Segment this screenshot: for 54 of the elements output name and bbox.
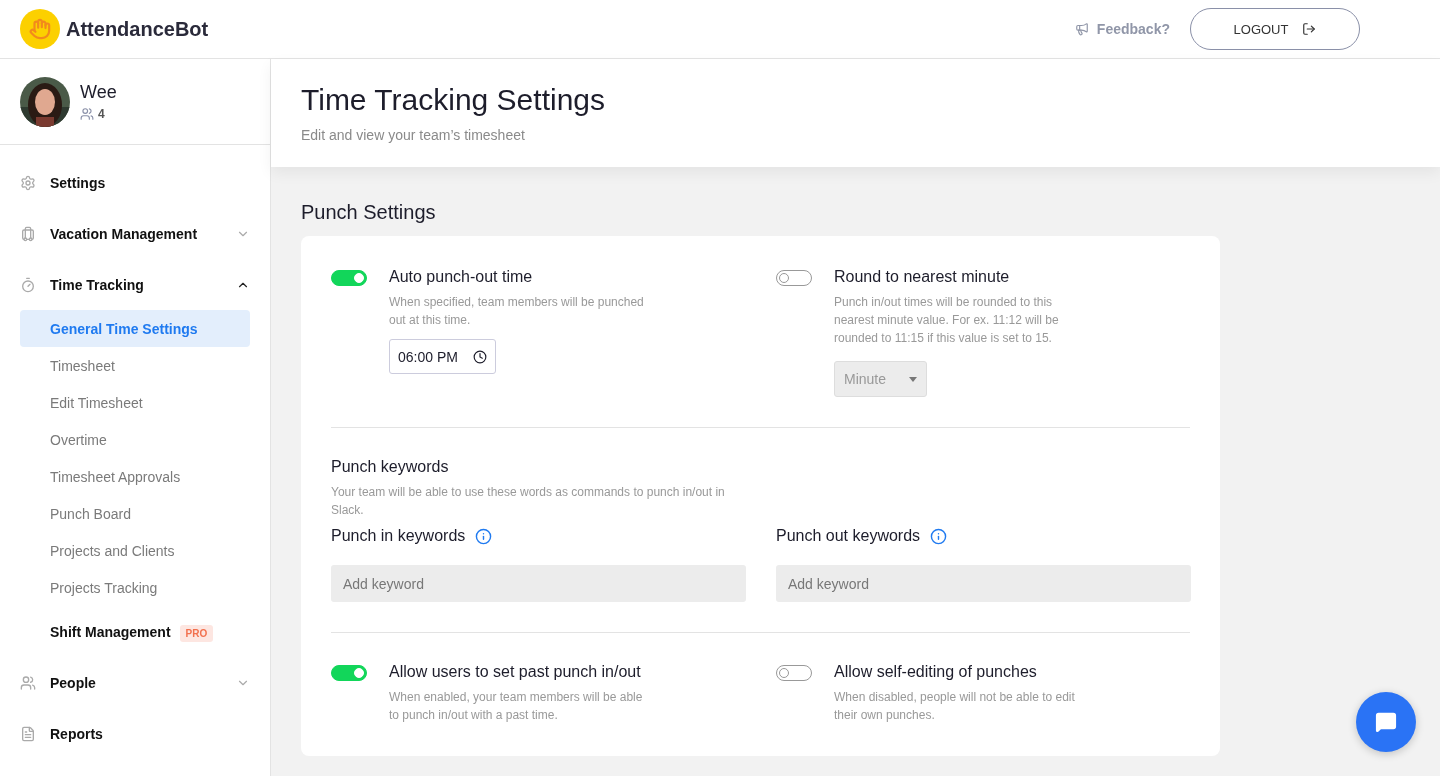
nav-item[interactable]: Vacation Management [20,208,250,259]
setting-label: Allow self-editing of punches [834,663,1038,681]
user-name: Wee [80,82,117,103]
keywords-title: Punch keywords [331,458,450,476]
feedback-link[interactable]: Feedback? [1074,21,1170,37]
nav-item[interactable]: Reports [20,708,250,759]
field-label: Punch out keywords [776,527,921,545]
nav-item[interactable]: Settings [20,157,250,208]
setting-label: Auto punch-out time [389,268,534,286]
logout-button[interactable]: LOGOUT [1190,8,1360,50]
toggle-switch[interactable] [776,665,812,681]
page-title: Time Tracking Settings [301,83,606,117]
keyword-field[interactable]: Add keyword [331,565,746,602]
setting-description: When specified, team members will be punched out at this time. [389,294,645,329]
clock-icon [473,349,487,364]
nav-icon [20,725,36,742]
keyword-field[interactable]: Add keyword [776,565,1191,602]
megaphone-icon [1074,22,1089,36]
nav-subitem[interactable]: Projects Tracking [20,569,250,606]
info-icon[interactable] [930,527,948,545]
nav-item[interactable]: Time Tracking [20,259,250,310]
nav-subitem[interactable]: Edit Timesheet [20,384,250,421]
nav-icon [20,276,36,293]
toggle-switch[interactable] [776,270,812,286]
nav-icon [20,674,36,691]
setting-description: Punch in/out times will be rounded to this nearest minute value. For ex. 11:12 will be rounded to 11:15 if this value is set to 15. [834,294,1060,347]
setting-description: When disabled, people will not be able to edit their own punches. [834,689,1076,724]
setting-label: Allow users to set past punch in/out [389,663,642,681]
nav-item[interactable]: People [20,657,250,708]
nav-subitem[interactable]: Projects and Clients [20,532,250,569]
time-field[interactable]: 06:00 PM [389,339,496,374]
info-icon[interactable] [475,527,493,545]
field-label: Punch in keywords [331,527,466,545]
nav-subitem[interactable]: Punch Board [20,495,250,532]
toggle-switch[interactable] [331,665,367,681]
section-title: Punch Settings [301,201,437,224]
nav-item[interactable]: Shift Management PRO [20,606,250,657]
pro-badge: PRO [179,624,214,642]
chat-icon [1375,711,1397,733]
nav-icon [20,225,36,242]
nav-subitem[interactable]: Timesheet [20,347,250,384]
nav-subitem[interactable]: General Time Settings [20,310,250,347]
keywords-description: Your team will be able to use these words as commands to punch in/out in Slack. [331,484,726,519]
setting-description: When enabled, your team members will be able to punch in/out with a past time. [389,689,644,724]
page-subtitle: Edit and view your team’s timesheet [301,127,526,143]
setting-label: Round to nearest minute [834,268,1011,286]
nav-subitem[interactable]: Overtime [20,421,250,458]
nav-subitem[interactable]: Timesheet Approvals [20,458,250,495]
nav-icon [20,174,36,191]
logout-icon [1302,22,1317,36]
logo-icon [20,9,60,49]
brand-name: AttendanceBot [66,17,209,41]
team-count: 4 [80,107,117,121]
toggle-switch[interactable] [331,270,367,286]
